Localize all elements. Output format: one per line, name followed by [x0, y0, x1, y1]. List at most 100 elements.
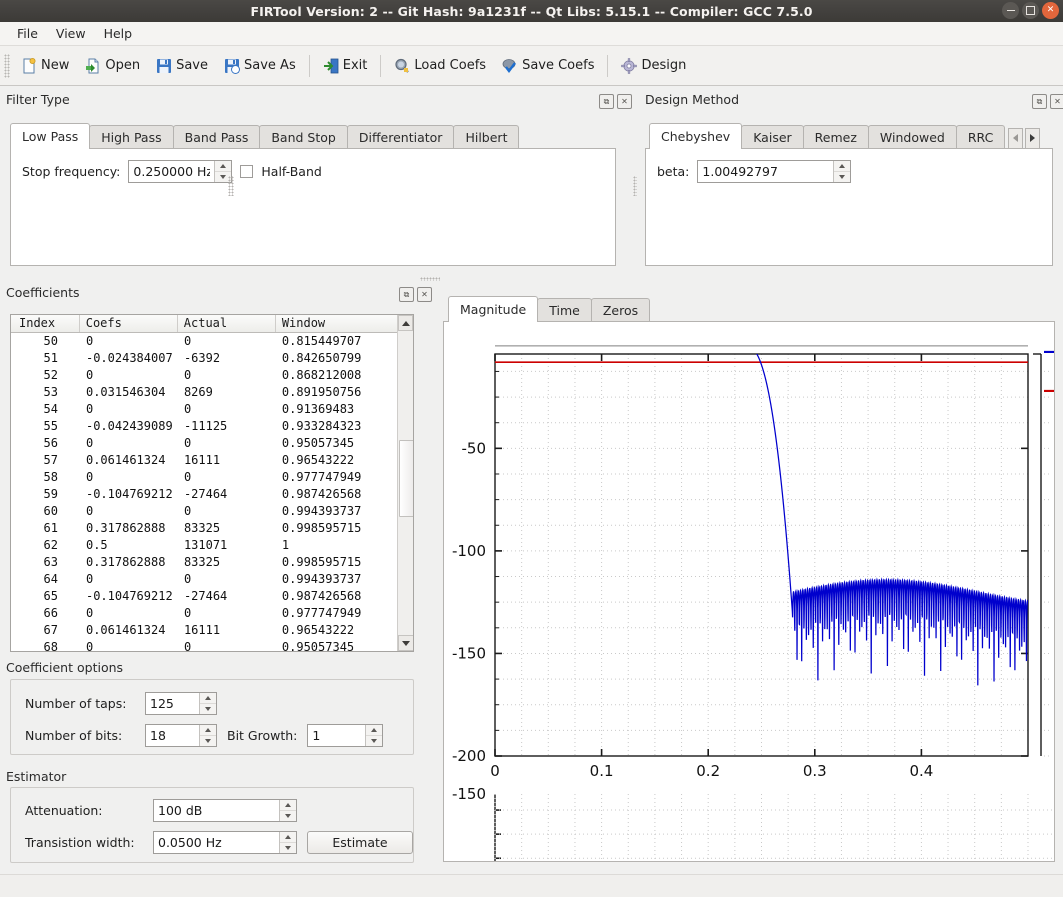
tab-remez[interactable]: Remez — [802, 125, 869, 149]
tab-band-stop[interactable]: Band Stop — [259, 125, 348, 149]
tab-differentiator[interactable]: Differentiator — [346, 125, 455, 149]
table-row[interactable]: 54 0 0 0.91369483 — [11, 401, 413, 418]
design-method-float-icon[interactable]: ⧉ — [1032, 94, 1047, 109]
table-row[interactable]: 52 0 0 0.868212008 — [11, 367, 413, 384]
table-row[interactable]: 50 0 0 0.815449707 — [11, 333, 413, 350]
tab-kaiser[interactable]: Kaiser — [741, 125, 804, 149]
number-of-bits-spinbox[interactable] — [145, 724, 217, 747]
filter-type-close-icon[interactable]: ✕ — [617, 94, 632, 109]
coefficients-float-icon[interactable]: ⧉ — [399, 287, 414, 302]
tab-magnitude[interactable]: Magnitude — [448, 296, 539, 322]
transition-width-spinbox[interactable] — [153, 831, 297, 854]
tab-low-pass[interactable]: Low Pass — [10, 123, 91, 149]
attenuation-spinbox[interactable] — [153, 799, 297, 822]
stop-frequency-input[interactable] — [129, 161, 215, 182]
bits-up-arrow[interactable] — [200, 725, 216, 736]
bit-growth-spinbox[interactable] — [307, 724, 384, 747]
bits-down-arrow[interactable] — [200, 736, 216, 746]
table-row[interactable]: 66 0 0 0.977747949 — [11, 605, 413, 622]
estimate-button[interactable]: Estimate — [307, 831, 413, 854]
tab-high-pass[interactable]: High Pass — [89, 125, 174, 149]
menu-help[interactable]: Help — [95, 23, 142, 44]
column-header-index[interactable]: Index — [11, 315, 80, 332]
attenuation-up-arrow[interactable] — [280, 800, 296, 811]
tab-scroll-left-icon[interactable] — [1008, 127, 1024, 149]
taps-down-arrow[interactable] — [200, 704, 216, 714]
menu-file[interactable]: File — [8, 23, 47, 44]
transition-width-input[interactable] — [154, 832, 279, 853]
beta-down-arrow[interactable] — [834, 172, 850, 182]
transition-arrows[interactable] — [279, 832, 296, 853]
table-row[interactable]: 68 0 0 0.95057345 — [11, 639, 413, 651]
scrollbar-thumb[interactable] — [399, 440, 413, 517]
menu-view[interactable]: View — [47, 23, 95, 44]
stop-frequency-spinbox[interactable] — [128, 160, 233, 183]
number-of-taps-spinbox[interactable] — [145, 692, 217, 715]
table-row[interactable]: 64 0 0 0.994393737 — [11, 571, 413, 588]
toolbar-exit-button[interactable]: Exit — [315, 54, 376, 78]
table-row[interactable]: 55 -0.042439089 -11125 0.933284323 — [11, 418, 413, 435]
scroll-down-button[interactable] — [398, 635, 413, 651]
beta-spinbox[interactable] — [697, 160, 852, 183]
scroll-up-button[interactable] — [398, 315, 413, 331]
tab-hilbert[interactable]: Hilbert — [453, 125, 520, 149]
magnitude-plot-panel[interactable]: -50 -100 -150 -200 0 0.1 0.2 0.3 0.4 -150 — [443, 321, 1055, 862]
transition-down-arrow[interactable] — [280, 843, 296, 853]
beta-arrows[interactable] — [833, 161, 851, 182]
beta-up-arrow[interactable] — [834, 161, 851, 172]
toolbar-drag-handle[interactable] — [4, 53, 10, 78]
toolbar-load-coefs-button[interactable]: Load Coefs — [386, 54, 494, 78]
bit-growth-arrows[interactable] — [365, 725, 383, 746]
maximize-button[interactable] — [1022, 2, 1039, 19]
number-of-taps-input[interactable] — [146, 693, 199, 714]
tab-windowed[interactable]: Windowed — [867, 125, 957, 149]
table-row[interactable]: 59 -0.104769212 -27464 0.987426568 — [11, 486, 413, 503]
tab-rrc[interactable]: RRC — [955, 125, 1006, 149]
tab-scroll-right-icon[interactable] — [1025, 127, 1041, 149]
tab-time[interactable]: Time — [537, 298, 592, 322]
close-button[interactable]: ✕ — [1042, 2, 1059, 19]
table-row[interactable]: 62 0.5 131071 1 — [11, 537, 413, 554]
coefficients-table[interactable]: Index Coefs Actual Window 50 0 0 0.81544970… — [10, 314, 414, 652]
attenuation-input[interactable] — [154, 800, 279, 821]
toolbar-save-button[interactable]: Save — [148, 54, 216, 78]
table-row[interactable]: 61 0.317862888 83325 0.998595715 — [11, 520, 413, 537]
table-row[interactable]: 53 0.031546304 8269 0.891950756 — [11, 384, 413, 401]
number-of-bits-input[interactable] — [146, 725, 199, 746]
horizontal-splitter-right[interactable] — [633, 176, 637, 196]
table-row[interactable]: 58 0 0 0.977747949 — [11, 469, 413, 486]
tab-chebyshev[interactable]: Chebyshev — [649, 123, 743, 149]
toolbar-new-button[interactable]: New — [13, 54, 77, 78]
taps-up-arrow[interactable] — [200, 693, 216, 704]
beta-input[interactable] — [698, 161, 834, 182]
toolbar-save-as-button[interactable]: Save As — [216, 54, 304, 78]
table-row[interactable]: 57 0.061461324 16111 0.96543222 — [11, 452, 413, 469]
minimize-button[interactable] — [1002, 2, 1019, 19]
toolbar-design-button[interactable]: Design — [613, 54, 694, 78]
column-header-window[interactable]: Window — [276, 315, 413, 332]
coefficients-close-icon[interactable]: ✕ — [417, 287, 432, 302]
attenuation-down-arrow[interactable] — [280, 811, 296, 821]
vertical-splitter[interactable] — [420, 277, 440, 281]
bit-growth-up-arrow[interactable] — [366, 725, 383, 736]
toolbar-open-button[interactable]: Open — [77, 54, 148, 78]
taps-arrows[interactable] — [199, 693, 216, 714]
design-method-close-icon[interactable]: ✕ — [1050, 94, 1063, 109]
table-row[interactable]: 65 -0.104769212 -27464 0.987426568 — [11, 588, 413, 605]
bit-growth-down-arrow[interactable] — [366, 736, 382, 746]
column-header-actual[interactable]: Actual — [178, 315, 276, 332]
stop-frequency-up-arrow[interactable] — [215, 161, 232, 172]
column-header-coefs[interactable]: Coefs — [80, 315, 178, 332]
table-row[interactable]: 51 -0.024384007 -6392 0.842650799 — [11, 350, 413, 367]
horizontal-splitter-left[interactable] — [228, 176, 234, 196]
transition-up-arrow[interactable] — [280, 832, 296, 843]
table-row[interactable]: 56 0 0 0.95057345 — [11, 435, 413, 452]
table-row[interactable]: 63 0.317862888 83325 0.998595715 — [11, 554, 413, 571]
table-row[interactable]: 60 0 0 0.994393737 — [11, 503, 413, 520]
bits-arrows[interactable] — [199, 725, 216, 746]
tab-zeros[interactable]: Zeros — [590, 298, 651, 322]
bit-growth-input[interactable] — [308, 725, 366, 746]
toolbar-save-coefs-button[interactable]: Save Coefs — [494, 54, 602, 78]
table-row[interactable]: 67 0.061461324 16111 0.96543222 — [11, 622, 413, 639]
attenuation-arrows[interactable] — [279, 800, 296, 821]
